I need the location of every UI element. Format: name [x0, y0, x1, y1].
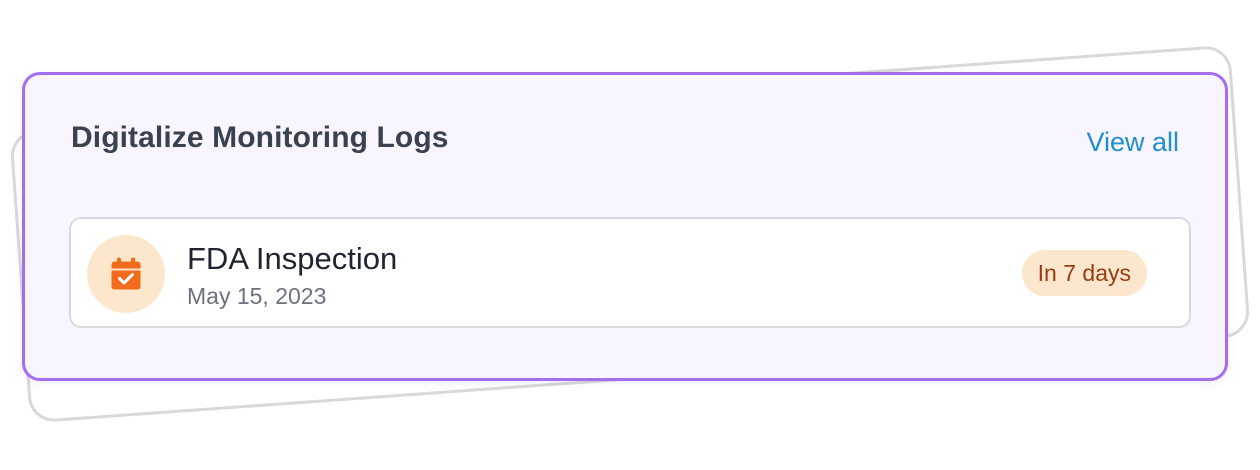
- card-title: Digitalize Monitoring Logs: [71, 121, 449, 154]
- event-list-item[interactable]: FDA Inspection May 15, 2023 In 7 days: [69, 217, 1191, 328]
- due-badge: In 7 days: [1021, 250, 1147, 296]
- event-icon-container: [87, 235, 165, 313]
- calendar-check-icon: [111, 257, 141, 290]
- event-title: FDA Inspection: [187, 241, 398, 276]
- monitoring-logs-card: Digitalize Monitoring Logs View all FDA …: [22, 72, 1228, 381]
- stage: Digitalize Monitoring Logs View all FDA …: [0, 0, 1260, 470]
- event-date: May 15, 2023: [187, 283, 327, 309]
- view-all-link[interactable]: View all: [1086, 127, 1179, 158]
